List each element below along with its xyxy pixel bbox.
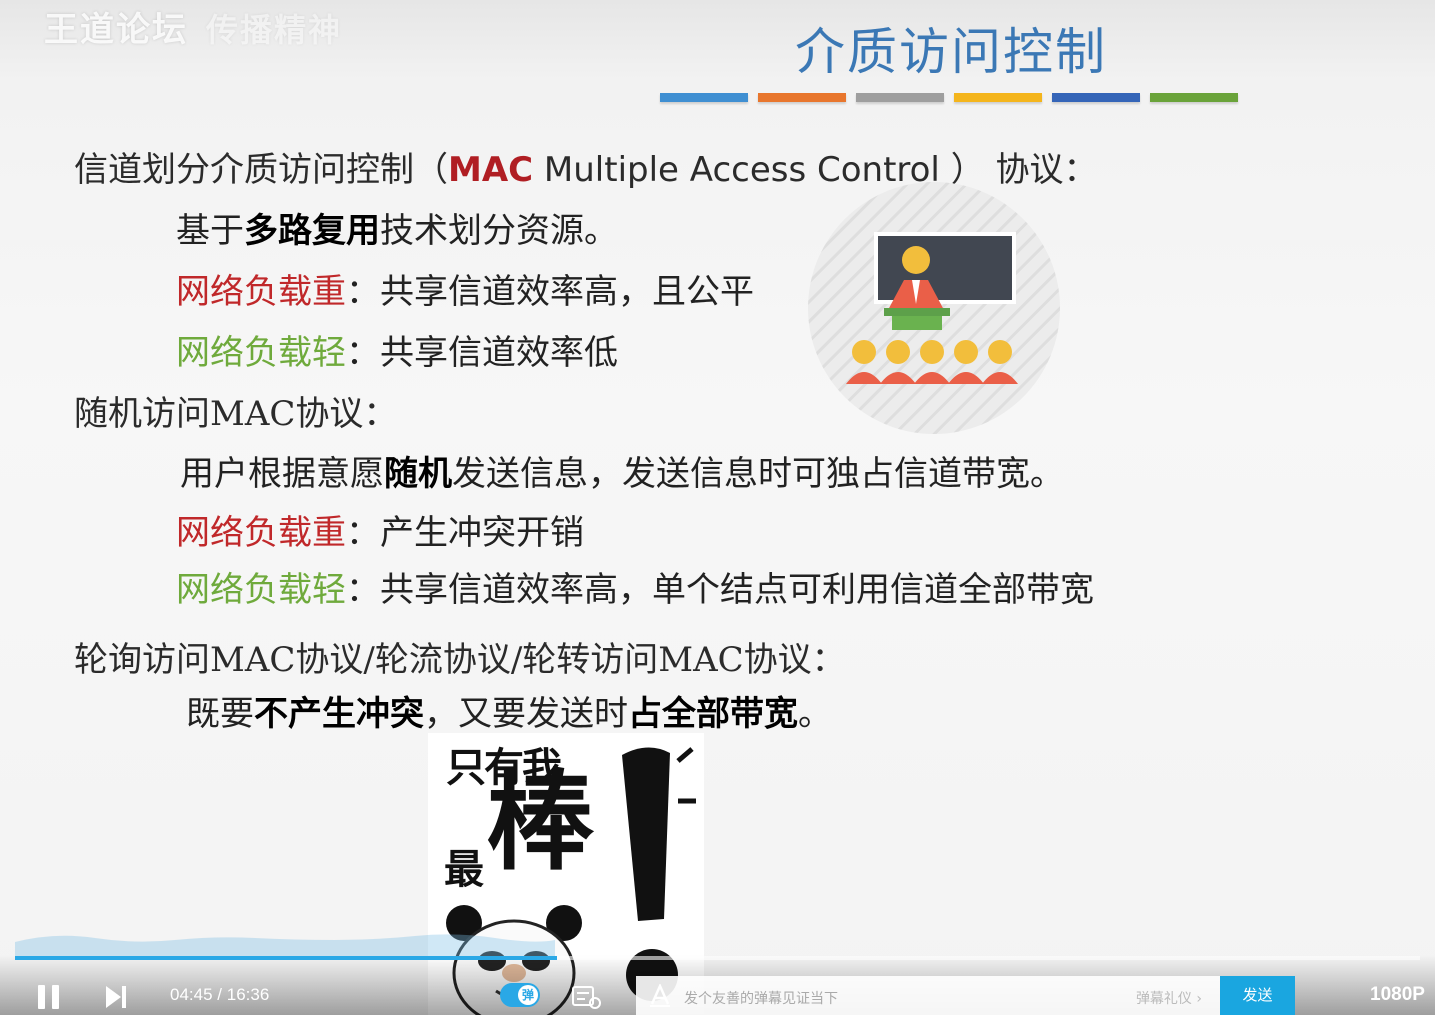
emphasis-text: 随机 xyxy=(384,454,452,494)
watermark-extra: 传播精神 xyxy=(206,11,343,49)
section2-line1: 用户根据意愿随机发送信息，发送信息时可独占信道带宽。 xyxy=(180,446,1064,495)
section2-heading: 随机访问MAC协议： xyxy=(74,394,398,434)
section3-line1: 既要不产生冲突，又要发送时占全部带宽。 xyxy=(186,686,832,735)
section3-heading: 轮询访问MAC协议/轮流协议/轮转访问MAC协议： xyxy=(74,640,846,680)
mac-label: MAC xyxy=(448,150,534,190)
text: 发送信息，发送信息时可独占信道带宽。 xyxy=(452,454,1064,494)
title-bar xyxy=(660,93,748,102)
text: 基于 xyxy=(176,211,244,251)
progress-heatmap xyxy=(15,934,555,958)
meme-text-big: 棒 xyxy=(486,760,595,885)
total-time: 16:36 xyxy=(226,985,270,1004)
section2-light-load: 网络负载轻：共享信道效率高，单个结点可利用信道全部带宽 xyxy=(176,562,1094,611)
section1-light-load: 网络负载轻：共享信道效率低 xyxy=(176,325,618,374)
danmaku-input[interactable]: 发个友善的弹幕见证当下 弹幕礼仪 › xyxy=(636,976,1220,1015)
title-bar xyxy=(758,93,846,102)
time-display: 04:45 / 16:36 xyxy=(170,985,269,1005)
section2-heavy-load: 网络负载重：产生冲突开销 xyxy=(176,505,584,554)
danmaku-etiquette-link[interactable]: 弹幕礼仪 › xyxy=(1136,988,1202,1008)
text-style-icon[interactable] xyxy=(648,984,672,1008)
classroom-illustration xyxy=(808,182,1060,434)
pause-icon xyxy=(38,985,59,1009)
light-load-label: 网络负载轻 xyxy=(176,570,346,610)
slide-title: 介质访问控制 xyxy=(795,23,1107,81)
light-load-text: ：共享信道效率低 xyxy=(346,333,618,373)
text: 既要 xyxy=(186,694,254,734)
send-button[interactable]: 发送 xyxy=(1220,976,1295,1015)
watermark: 王道论坛 传播精神 xyxy=(44,2,342,51)
heavy-load-label: 网络负载重 xyxy=(176,513,346,553)
section1-line1: 基于多路复用技术划分资源。 xyxy=(176,203,618,252)
next-icon xyxy=(106,986,126,1008)
heavy-load-label: 网络负载重 xyxy=(176,272,346,312)
danmaku-toggle[interactable]: 弹 xyxy=(500,983,540,1007)
heavy-load-text: ：产生冲突开销 xyxy=(346,513,584,553)
heavy-load-text: ：共享信道效率高，且公平 xyxy=(346,272,754,312)
danmaku-toggle-knob: 弹 xyxy=(518,985,538,1005)
text: 技术划分资源。 xyxy=(380,211,618,251)
danmaku-placeholder: 发个友善的弹幕见证当下 xyxy=(684,991,838,1007)
pause-button[interactable] xyxy=(38,985,60,1013)
quality-selector[interactable]: 1080P xyxy=(1370,984,1425,1006)
text: 。 xyxy=(798,694,832,734)
emphasis-text: 不产生冲突 xyxy=(254,694,424,734)
danmaku-settings-button[interactable] xyxy=(572,986,602,1014)
watermark-brand: 王道论坛 xyxy=(44,10,188,50)
current-time: 04:45 xyxy=(170,985,213,1004)
time-separator: / xyxy=(217,985,223,1004)
text: 用户根据意愿 xyxy=(180,454,384,494)
lecture-slide: 王道论坛 传播精神 介质访问控制 信道划分介质访问控制（MAC Multiple … xyxy=(0,0,1435,1015)
next-button[interactable] xyxy=(106,986,128,1012)
title-bar xyxy=(1052,93,1140,102)
progress-fill[interactable] xyxy=(15,956,558,960)
light-load-text: ：共享信道效率高，单个结点可利用信道全部带宽 xyxy=(346,570,1094,610)
title-bar xyxy=(954,93,1042,102)
title-bar xyxy=(1150,93,1238,102)
emphasis-text: 多路复用 xyxy=(244,211,380,251)
light-load-label: 网络负载轻 xyxy=(176,333,346,373)
title-color-bars xyxy=(660,93,1238,102)
text: ，又要发送时 xyxy=(424,694,628,734)
title-bar xyxy=(856,93,944,102)
danmaku-settings-icon xyxy=(572,986,601,1009)
section1-heavy-load: 网络负载重：共享信道效率高，且公平 xyxy=(176,264,754,313)
emphasis-text: 占全部带宽 xyxy=(628,694,798,734)
section1-heading-pre: 信道划分介质访问控制（ xyxy=(74,150,448,190)
meme-text-small: 最 xyxy=(444,847,484,893)
